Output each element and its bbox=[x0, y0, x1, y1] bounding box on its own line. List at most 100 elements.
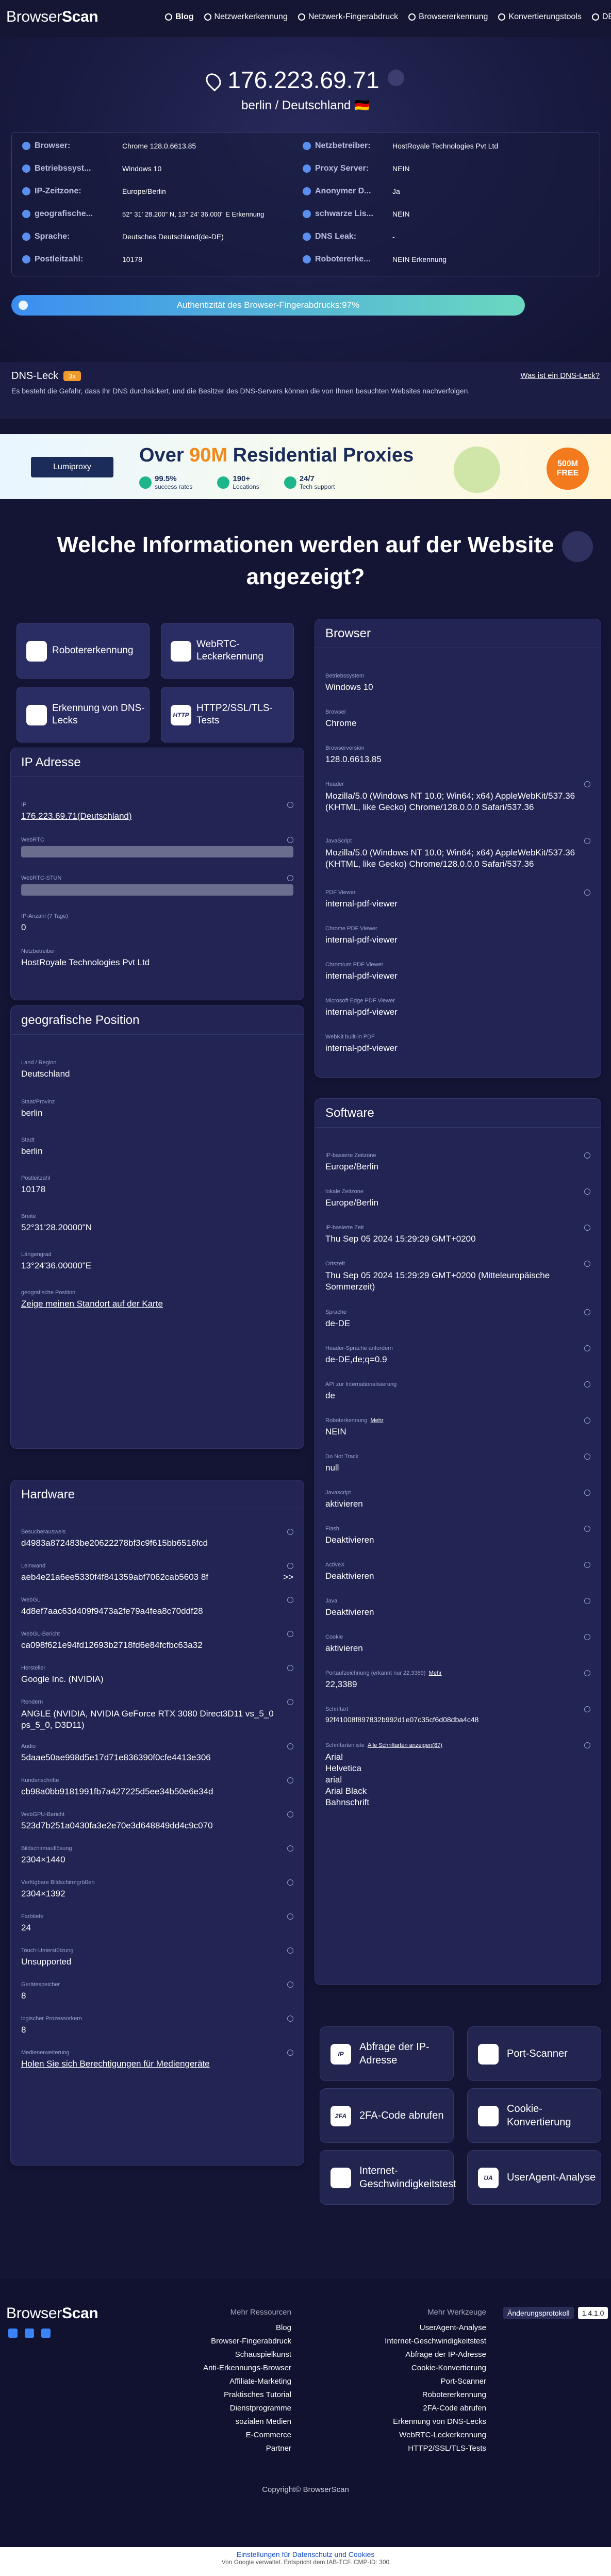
language-selector[interactable]: DE bbox=[591, 12, 611, 22]
useragent-icon: UA bbox=[478, 2168, 499, 2188]
globe-icon bbox=[591, 13, 599, 21]
port-more-link[interactable]: Mehr bbox=[429, 1670, 442, 1676]
tool-speed-test[interactable]: Internet-Geschwindigkeitstest bbox=[320, 2150, 456, 2205]
quick-webrtc-leak[interactable]: WebRTC-Leckerkennung bbox=[161, 623, 294, 679]
dns-leak-section: DNS-Leck 3x Es besteht die Gefahr, dass I… bbox=[0, 362, 611, 419]
copyright: Copyright© BrowserScan bbox=[262, 2485, 349, 2494]
ip-lookup-icon: IP bbox=[331, 2044, 351, 2065]
lumiproxy-logo: Lumiproxy bbox=[31, 457, 113, 477]
geo-card-title: geografische Position bbox=[11, 1006, 304, 1035]
changelog: Änderungsprotokoll 1.4.1.0 bbox=[503, 2307, 608, 2319]
facebook-icon[interactable] bbox=[25, 2329, 34, 2338]
nav-conversion-tools[interactable]: Konvertierungstools bbox=[498, 12, 582, 22]
browser-card-title: Browser bbox=[315, 619, 601, 648]
blog-icon bbox=[165, 13, 172, 21]
footer-resources: Mehr Ressourcen Blog Browser-Fingerabdruc… bbox=[203, 2308, 291, 2453]
robot-more-link[interactable]: Mehr bbox=[370, 1417, 383, 1424]
nav-blog[interactable]: Blog bbox=[165, 12, 194, 22]
ip-address-card: IP Adresse IP 176.223.69.71(Deutschland) … bbox=[10, 748, 304, 1000]
cookie-consent-bar[interactable]: Einstellungen für Datenschutz und Cookie… bbox=[0, 2547, 611, 2576]
tool-2fa[interactable]: 2FA 2FA-Code abrufen bbox=[320, 2088, 454, 2143]
info-dns-leak: DNS Leak: - bbox=[303, 225, 395, 248]
info-timezone: IP-Zeitzone: Europe/Berlin bbox=[22, 180, 166, 203]
tool-port-scanner[interactable]: Port-Scanner bbox=[467, 2026, 601, 2081]
robot-icon bbox=[26, 641, 47, 662]
info-browser: Browser: Chrome 128.0.6613.85 bbox=[22, 135, 196, 157]
nav-links: Blog Netzwerkerkennung Netzwerk-Fingerab… bbox=[165, 12, 611, 22]
anonymous-icon bbox=[303, 187, 311, 195]
cookie-settings-link[interactable]: Einstellungen für Datenschutz und Cookie… bbox=[0, 2550, 611, 2558]
browser-card: Browser Betriebssystem Windows 10 Browser… bbox=[315, 619, 601, 1078]
proxy-icon bbox=[303, 164, 311, 173]
isp-icon bbox=[303, 142, 311, 150]
geo-icon bbox=[22, 210, 30, 218]
support-icon bbox=[284, 476, 296, 489]
browser-icon bbox=[408, 13, 416, 21]
info-icon bbox=[287, 802, 293, 808]
webrtc-stun-field: WebRTC-STUN bbox=[21, 875, 293, 896]
cookie-icon bbox=[478, 2106, 499, 2126]
quick-dns-leak[interactable]: Erkennung von DNS-Lecks bbox=[16, 687, 150, 742]
software-card: Software IP-basierte Zeitzone Europe/Berl… bbox=[315, 1098, 601, 1985]
free-badge: 500M FREE bbox=[547, 448, 589, 490]
http-icon: HTTP bbox=[171, 705, 191, 725]
tool-ip-lookup[interactable]: IP Abfrage der IP-Adresse bbox=[320, 2026, 454, 2081]
fingerprint-icon bbox=[19, 301, 28, 310]
location-icon bbox=[217, 476, 230, 489]
webrtc-field: WebRTC bbox=[21, 837, 293, 857]
settings-icon[interactable] bbox=[562, 531, 593, 562]
port-scanner-icon bbox=[478, 2044, 499, 2065]
footer: BrowserScan Mehr Ressourcen Blog Browser-… bbox=[0, 2279, 611, 2547]
banner-headline: Over 90M Residential Proxies bbox=[139, 444, 414, 466]
social-icons bbox=[8, 2329, 51, 2338]
what-is-dns-leak-link[interactable]: Was ist ein DNS-Leck? bbox=[520, 371, 600, 380]
tool-useragent[interactable]: UA UserAgent-Analyse bbox=[467, 2150, 601, 2205]
info-os: Betriebssyst... Windows 10 bbox=[22, 157, 161, 180]
nav-network-detection[interactable]: Netzwerkerkennung bbox=[204, 12, 288, 22]
youtube-icon[interactable] bbox=[8, 2329, 18, 2338]
info-geo: geografische... 52° 31' 28.200" N, 13° 24… bbox=[22, 203, 264, 225]
os-icon bbox=[22, 164, 30, 173]
show-location-map-link[interactable]: Zeige meinen Standort auf der Karte bbox=[21, 1299, 293, 1309]
info-blacklist: schwarze Lis... NEIN bbox=[303, 203, 409, 225]
browserscan-logo[interactable]: BrowserScan bbox=[6, 8, 98, 26]
banner-stats: 99.5% success rates 190+ Locations 24/7 Tec… bbox=[139, 474, 335, 490]
info-language: Sprache: Deutsches Deutschland(de-DE) bbox=[22, 225, 224, 248]
tool-cookie-conversion[interactable]: Cookie-Konvertierung bbox=[467, 2088, 601, 2143]
success-icon bbox=[139, 476, 152, 489]
speedometer-icon bbox=[331, 2168, 351, 2188]
ip-display: 176.223.69.71 bbox=[0, 66, 611, 94]
2fa-icon: 2FA bbox=[331, 2106, 351, 2126]
dns-leak-title: DNS-Leck 3x bbox=[11, 370, 81, 382]
nav-network-fingerprint[interactable]: Netzwerk-Fingerabdruck bbox=[298, 12, 398, 22]
fingerprint-icon bbox=[298, 13, 305, 21]
hardware-card: Hardware Besucherausweis d4983a872483be20… bbox=[10, 1480, 304, 2166]
quick-robot-detection[interactable]: Roboterer­kennung bbox=[16, 623, 150, 679]
twitter-icon[interactable] bbox=[41, 2329, 51, 2338]
dns-leak-badge: 3x bbox=[63, 371, 81, 381]
expand-icon[interactable]: >> bbox=[283, 1572, 293, 1582]
info-robot: Robotererke... NEIN Erkennung bbox=[303, 248, 447, 271]
cookie-info: Von Google verwaltet. Entspricht dem IAB… bbox=[221, 2558, 390, 2566]
info-anonymous: Anonymer D... Ja bbox=[303, 180, 400, 203]
footer-logo[interactable]: BrowserScan bbox=[6, 2305, 98, 2322]
webrtc-stun-loading-bar bbox=[21, 884, 293, 896]
quick-http2-tests[interactable]: HTTP HTTP2/SSL/TLS-Tests bbox=[161, 687, 294, 742]
postcode-icon bbox=[22, 255, 30, 263]
show-all-fonts-link[interactable]: Alle Schriftarten anzeigen(87) bbox=[368, 1742, 442, 1748]
info-isp: Netzbetreiber: HostRoyale Technologies Pv… bbox=[303, 135, 498, 157]
copy-icon[interactable] bbox=[387, 70, 404, 86]
robot-icon bbox=[303, 255, 311, 263]
dns-icon bbox=[303, 233, 311, 241]
info-postcode: Postleitzahl: 10178 bbox=[22, 248, 142, 271]
isp-field: Netzbetreiber HostRoyale Technologies Pvt… bbox=[21, 948, 150, 967]
info-icon bbox=[287, 837, 293, 843]
logo-text: Browser bbox=[6, 8, 62, 25]
ip-card-title: IP Adresse bbox=[11, 748, 304, 777]
media-permissions-link[interactable]: Holen Sie sich Berechtigungen für Medien… bbox=[21, 2059, 293, 2069]
software-card-title: Software bbox=[315, 1099, 601, 1128]
footer-tools: Mehr Werkzeuge UserAgent-Analyse Internet… bbox=[385, 2308, 486, 2453]
nav-browser-detection[interactable]: Browsererkennung bbox=[408, 12, 488, 22]
blacklist-icon bbox=[303, 210, 311, 218]
lumiproxy-banner[interactable]: Lumiproxy Over 90M Residential Proxies 9… bbox=[0, 434, 611, 499]
